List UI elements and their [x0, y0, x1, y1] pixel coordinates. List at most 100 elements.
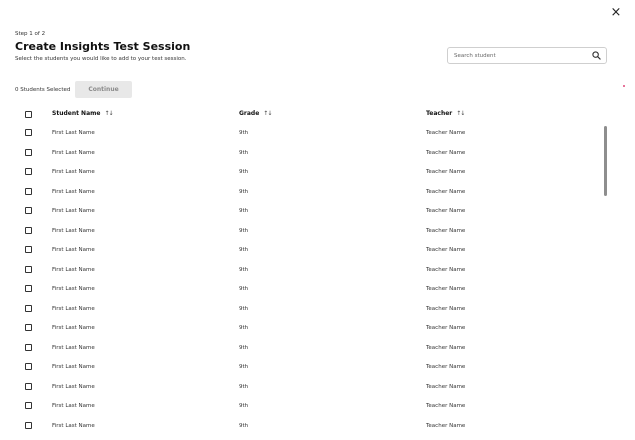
row-checkbox[interactable]: [25, 382, 32, 390]
student-name: First Last Name: [52, 286, 95, 292]
student-grade: 9th: [239, 305, 249, 312]
column-header-grade[interactable]: Grade ↑↓: [239, 110, 272, 117]
close-icon[interactable]: ×: [609, 6, 623, 20]
student-name: First Last Name: [52, 344, 95, 351]
row-checkbox[interactable]: [25, 363, 32, 370]
student-grade: 9th: [239, 286, 249, 292]
table-row[interactable]: First Last Name 9th Teacher Name: [0, 319, 635, 339]
page-subtitle: Select the students you would like to ad…: [15, 56, 187, 62]
column-label: Grade: [239, 110, 260, 117]
student-grade: 9th: [239, 422, 249, 429]
student-teacher: Teacher Name: [426, 266, 466, 273]
column-header-teacher[interactable]: Teacher ↑↓: [426, 110, 465, 117]
sort-icon[interactable]: ↑↓: [456, 110, 465, 117]
scrollbar[interactable]: [604, 126, 607, 196]
student-grade: 9th: [239, 325, 249, 331]
student-grade: 9th: [239, 344, 249, 351]
student-name: First Last Name: [52, 247, 95, 253]
row-checkbox[interactable]: [25, 343, 32, 351]
student-grade: 9th: [239, 266, 249, 273]
student-teacher: Teacher Name: [426, 208, 466, 214]
student-grade: 9th: [239, 364, 249, 370]
table-row[interactable]: First Last Name 9th Teacher Name: [0, 339, 635, 359]
student-grade: 9th: [239, 130, 249, 136]
student-name: First Last Name: [52, 227, 95, 234]
student-teacher: Teacher Name: [426, 344, 466, 351]
create-session-dialog: × Step 1 of 2 Create Insights Test Sessi…: [0, 0, 635, 440]
search-icon[interactable]: [592, 51, 601, 60]
table-row[interactable]: First Last Name 9th Teacher Name: [0, 397, 635, 417]
table-row[interactable]: First Last Name 9th Teacher Name: [0, 378, 635, 398]
student-name: First Last Name: [52, 364, 95, 370]
student-teacher: Teacher Name: [426, 149, 466, 156]
student-teacher: Teacher Name: [426, 247, 466, 253]
table-row[interactable]: First Last Name 9th Teacher Name: [0, 202, 635, 222]
row-checkbox[interactable]: [25, 168, 32, 175]
student-grade: 9th: [239, 227, 249, 234]
student-teacher: Teacher Name: [426, 325, 466, 331]
student-teacher: Teacher Name: [426, 227, 466, 234]
student-name: First Last Name: [52, 130, 95, 136]
student-grade: 9th: [239, 403, 249, 409]
selected-count: 0 Students Selected: [15, 87, 71, 93]
row-checkbox[interactable]: [25, 226, 32, 234]
table-row[interactable]: First Last Name 9th Teacher Name: [0, 417, 635, 437]
column-header-student-name[interactable]: Student Name ↑↓: [52, 110, 114, 117]
student-grade: 9th: [239, 383, 249, 390]
student-grade: 9th: [239, 188, 249, 195]
student-teacher: Teacher Name: [426, 286, 466, 292]
continue-button[interactable]: Continue: [75, 81, 132, 98]
search-input[interactable]: [454, 50, 589, 61]
table-row[interactable]: First Last Name 9th Teacher Name: [0, 163, 635, 183]
student-name: First Last Name: [52, 403, 95, 409]
student-teacher: Teacher Name: [426, 422, 466, 429]
accent-dot: [623, 85, 625, 87]
student-teacher: Teacher Name: [426, 188, 466, 195]
student-name: First Last Name: [52, 208, 95, 214]
table-row[interactable]: First Last Name 9th Teacher Name: [0, 358, 635, 378]
row-checkbox[interactable]: [25, 265, 32, 273]
row-checkbox[interactable]: [25, 421, 32, 429]
column-label: Teacher: [426, 110, 453, 117]
sort-icon[interactable]: ↑↓: [263, 110, 272, 117]
row-checkbox[interactable]: [25, 246, 32, 253]
student-grade: 9th: [239, 247, 249, 253]
student-teacher: Teacher Name: [426, 305, 466, 312]
table-header: Student Name ↑↓ Grade ↑↓ Teacher ↑↓: [0, 107, 635, 123]
student-name: First Last Name: [52, 149, 95, 156]
row-checkbox[interactable]: [25, 285, 32, 292]
student-teacher: Teacher Name: [426, 169, 466, 175]
table-row[interactable]: First Last Name 9th Teacher Name: [0, 183, 635, 203]
student-teacher: Teacher Name: [426, 130, 466, 136]
row-checkbox[interactable]: [25, 187, 32, 195]
student-grade: 9th: [239, 169, 249, 175]
student-name: First Last Name: [52, 422, 95, 429]
row-checkbox[interactable]: [25, 324, 32, 331]
step-indicator: Step 1 of 2: [15, 31, 46, 37]
row-checkbox[interactable]: [25, 402, 32, 409]
student-teacher: Teacher Name: [426, 403, 466, 409]
student-teacher: Teacher Name: [426, 364, 466, 370]
student-name: First Last Name: [52, 383, 95, 390]
table-row[interactable]: First Last Name 9th Teacher Name: [0, 280, 635, 300]
student-name: First Last Name: [52, 188, 95, 195]
student-name: First Last Name: [52, 266, 95, 273]
select-all-checkbox[interactable]: [25, 111, 32, 118]
table-row[interactable]: First Last Name 9th Teacher Name: [0, 261, 635, 281]
table-row[interactable]: First Last Name 9th Teacher Name: [0, 300, 635, 320]
row-checkbox[interactable]: [25, 304, 32, 312]
row-checkbox[interactable]: [25, 148, 32, 156]
student-grade: 9th: [239, 149, 249, 156]
row-checkbox[interactable]: [25, 129, 32, 136]
student-name: First Last Name: [52, 169, 95, 175]
table-row[interactable]: First Last Name 9th Teacher Name: [0, 222, 635, 242]
row-checkbox[interactable]: [25, 207, 32, 214]
student-grade: 9th: [239, 208, 249, 214]
student-table-body: First Last Name 9th Teacher Name First L…: [0, 124, 635, 440]
sort-icon[interactable]: ↑↓: [104, 110, 113, 117]
page-title: Create Insights Test Session: [15, 40, 191, 53]
table-row[interactable]: First Last Name 9th Teacher Name: [0, 241, 635, 261]
student-name: First Last Name: [52, 305, 95, 312]
table-row[interactable]: First Last Name 9th Teacher Name: [0, 124, 635, 144]
table-row[interactable]: First Last Name 9th Teacher Name: [0, 144, 635, 164]
